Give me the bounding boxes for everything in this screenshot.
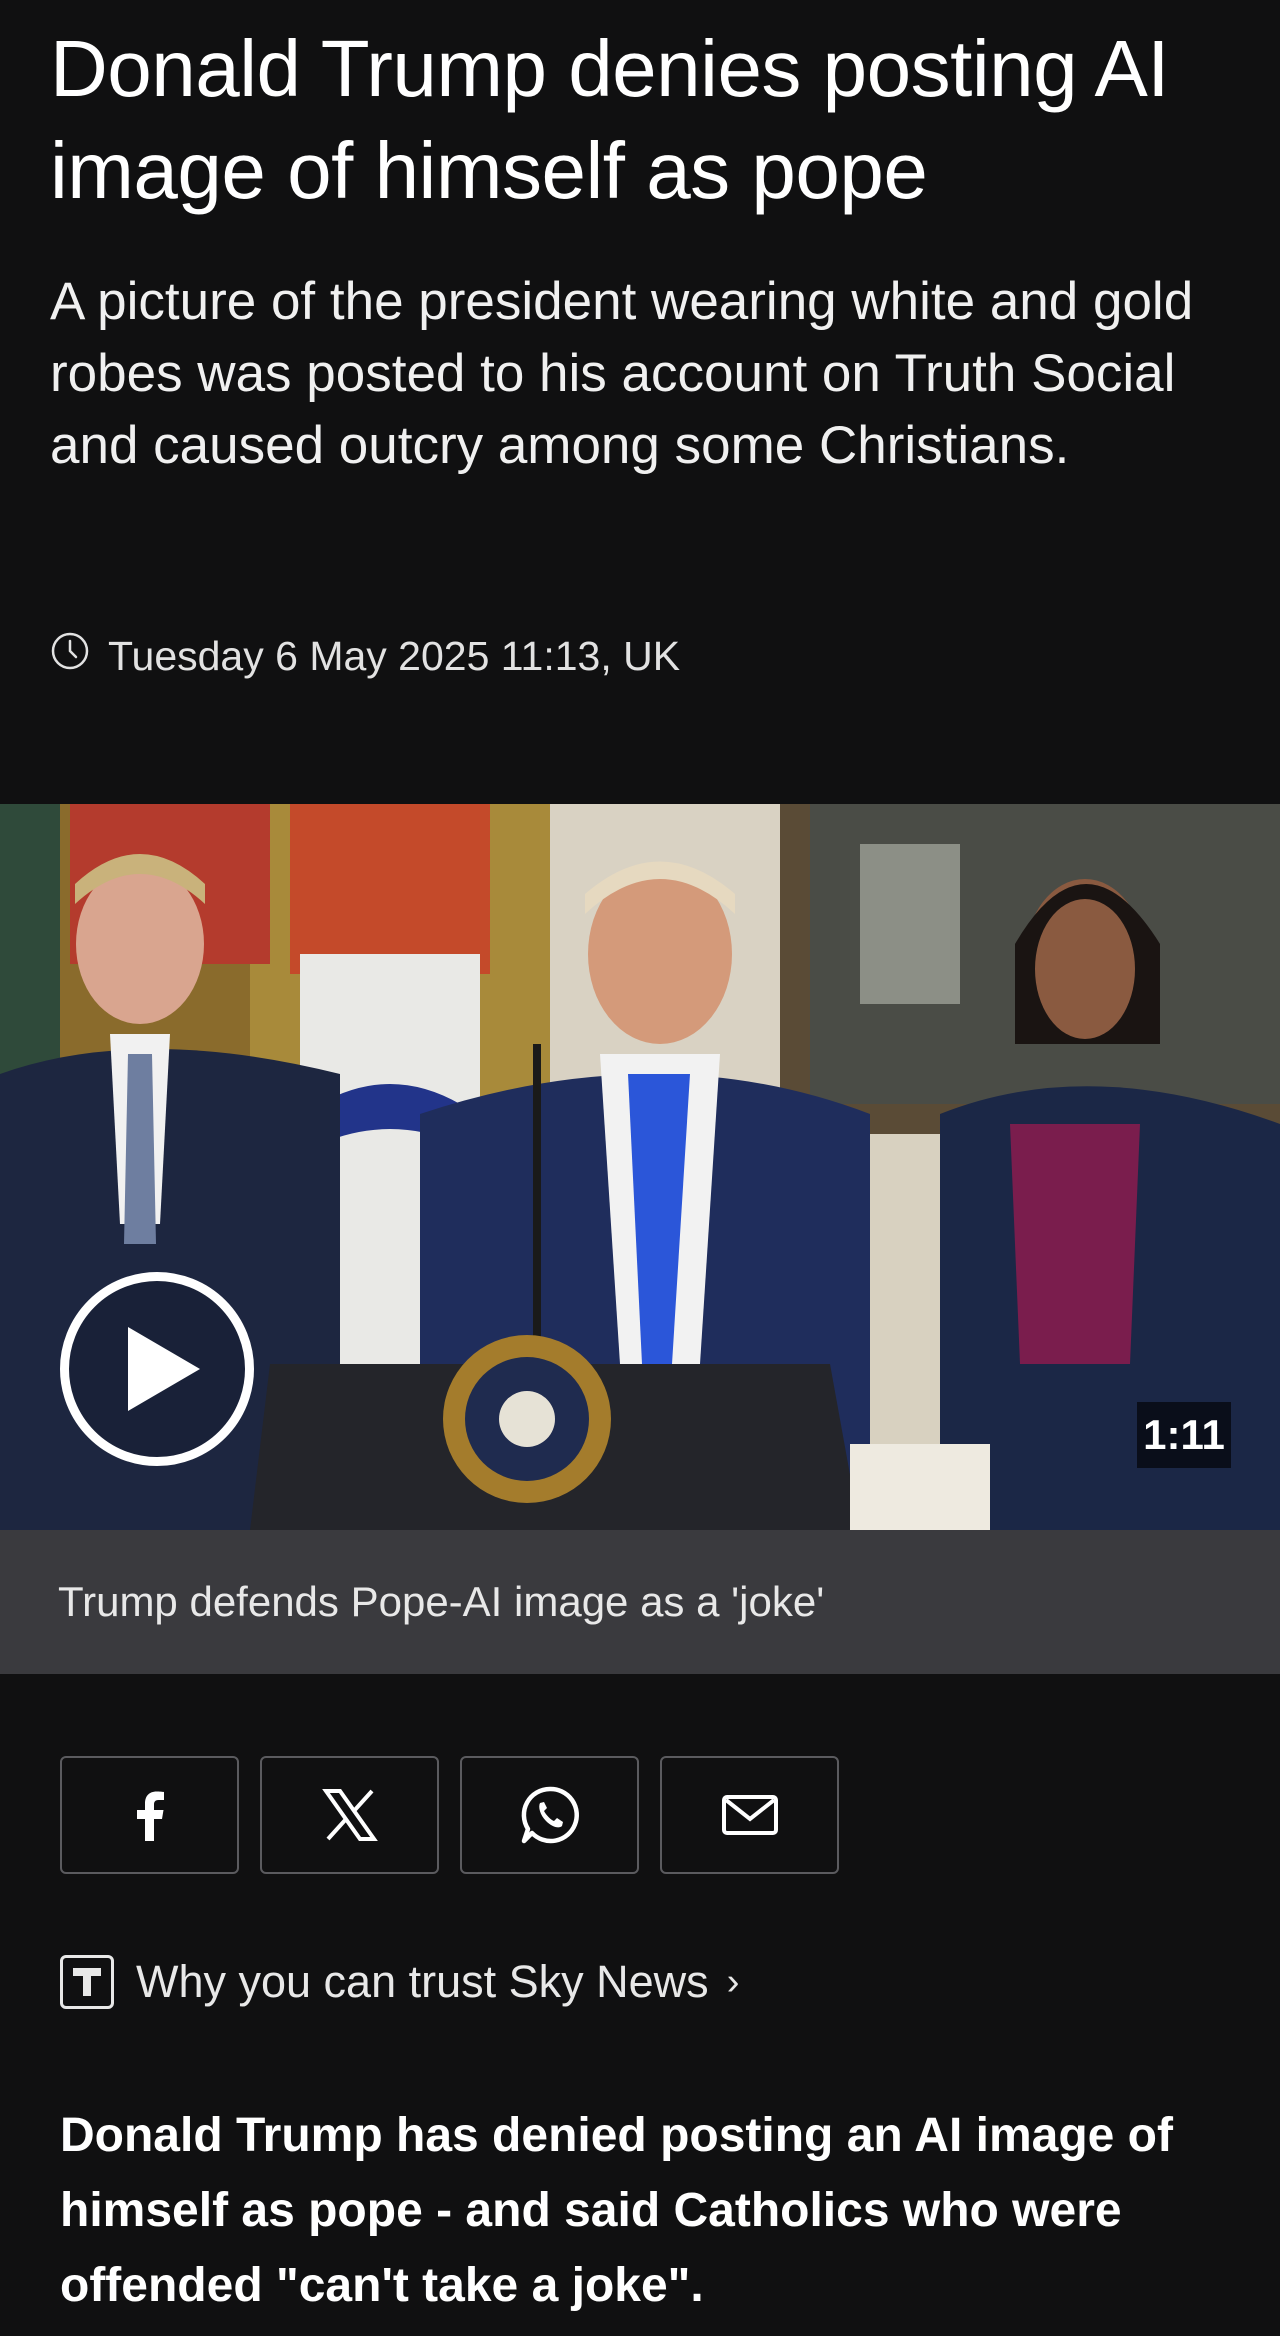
timestamp: Tuesday 6 May 2025 11:13, UK bbox=[50, 628, 680, 684]
article-page: Donald Trump denies posting AI image of … bbox=[0, 0, 1280, 2336]
play-icon bbox=[128, 1327, 200, 1411]
trust-link[interactable]: Why you can trust Sky News › bbox=[60, 1952, 739, 2012]
facebook-icon bbox=[136, 1791, 164, 1841]
timestamp-text: Tuesday 6 May 2025 11:13, UK bbox=[108, 632, 681, 679]
share-whatsapp-button[interactable] bbox=[460, 1756, 639, 1874]
whatsapp-icon bbox=[521, 1786, 579, 1844]
trust-t-icon bbox=[60, 1955, 114, 2009]
article-lead-paragraph: Donald Trump has denied posting an AI im… bbox=[60, 2109, 1173, 2312]
chevron-right-icon: › bbox=[726, 1960, 740, 2003]
play-button[interactable] bbox=[60, 1272, 254, 1466]
clock-icon bbox=[50, 631, 90, 681]
headline: Donald Trump denies posting AI image of … bbox=[50, 24, 1170, 215]
standfirst: A picture of the president wearing white… bbox=[50, 272, 1194, 475]
email-icon bbox=[721, 1795, 778, 1835]
trust-link-label: Why you can trust Sky News bbox=[136, 1956, 709, 2007]
share-buttons bbox=[60, 1756, 839, 1874]
video-caption: Trump defends Pope-AI image as a 'joke' bbox=[0, 1530, 1280, 1674]
share-facebook-button[interactable] bbox=[60, 1756, 239, 1874]
video-duration-badge: 1:11 bbox=[1137, 1402, 1231, 1468]
video-player[interactable]: 1:11 bbox=[0, 804, 1280, 1530]
share-email-button[interactable] bbox=[660, 1756, 839, 1874]
share-x-button[interactable] bbox=[260, 1756, 439, 1874]
x-icon bbox=[321, 1789, 378, 1841]
